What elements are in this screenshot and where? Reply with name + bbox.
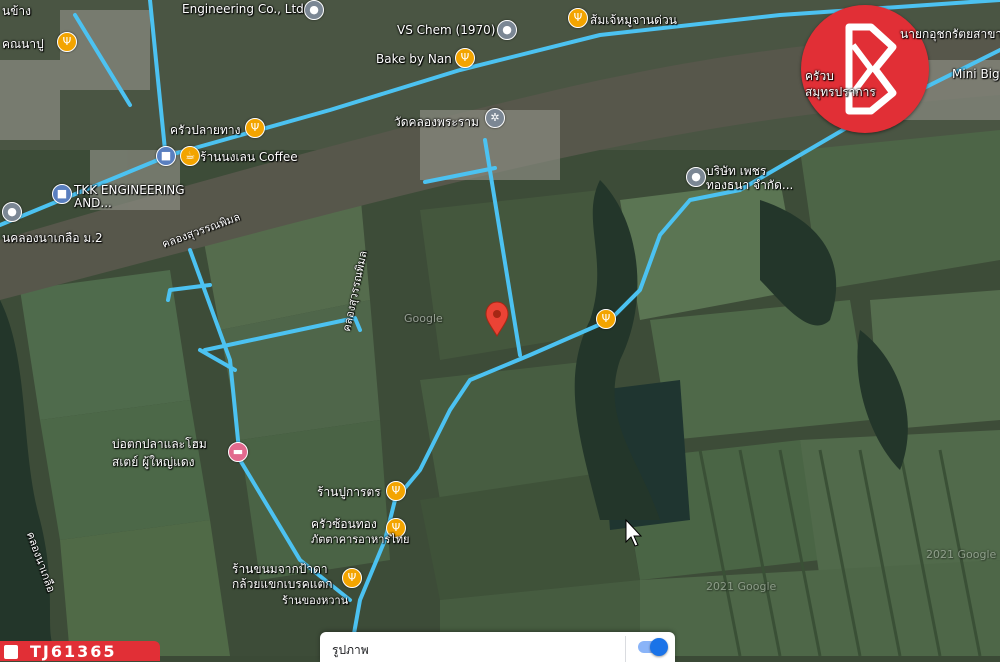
- restaurant-pin-icon[interactable]: Ψ: [568, 8, 588, 28]
- business-pin-icon[interactable]: ●: [686, 167, 706, 187]
- restaurant-pin-icon[interactable]: Ψ: [342, 568, 362, 588]
- business-pin-icon[interactable]: ●: [304, 0, 324, 20]
- label-tkk-2: AND...: [74, 196, 112, 210]
- label-fish-pond-1: บ่อตกปลาและโฮม: [112, 437, 207, 451]
- label-top-left-2: คณนาปู: [2, 37, 44, 51]
- label-top-right-3: สมุทรปราการ: [805, 85, 876, 99]
- map-copyright-2: 2021 Google: [926, 548, 997, 561]
- panel-divider: [625, 636, 626, 662]
- business-pin-icon[interactable]: ●: [2, 202, 22, 222]
- temple-pin-icon[interactable]: ✲: [485, 108, 505, 128]
- label-restaurant-top: ส้มเจ้หมูจานด่วน: [590, 13, 677, 27]
- business-pin-icon[interactable]: ●: [497, 20, 517, 40]
- cafe-pin-icon[interactable]: ☕: [180, 146, 200, 166]
- restaurant-pin-icon[interactable]: Ψ: [57, 32, 77, 52]
- label-village: นคลองนาเกลือ ม.2: [2, 231, 103, 245]
- label-ran-pu: ร้านปูการตร: [317, 485, 381, 499]
- layer-toggle-panel: รูปภาพ: [320, 632, 675, 662]
- label-mini-big: Mini Big: [952, 67, 1000, 81]
- switch-knob: [650, 638, 668, 656]
- label-coffee: ร้านนงเลน Coffee: [200, 150, 298, 164]
- label-top-right-1: นายกอุชกรัตยสาขา: [900, 27, 1000, 41]
- label-bake-by-nan: Bake by Nan: [376, 52, 452, 66]
- label-krua-son-1: ครัวซ้อนทอง: [311, 517, 377, 531]
- shop-pin-icon[interactable]: ■: [52, 184, 72, 204]
- lodging-pin-icon[interactable]: ▬: [228, 442, 248, 462]
- badge-icon: [4, 645, 18, 659]
- label-temple: วัดคลองพระราม: [394, 115, 479, 129]
- label-company-1: บริษัท เพชร: [706, 164, 767, 178]
- restaurant-pin-icon[interactable]: Ψ: [455, 48, 475, 68]
- label-top-right-2: ครัวบ: [805, 69, 834, 83]
- restaurant-pin-icon[interactable]: Ψ: [245, 118, 265, 138]
- label-khanom-2: กล้วยแขกเบรคแตก: [232, 577, 333, 591]
- listing-code: TJ61365: [30, 642, 117, 661]
- label-top-left-1: นข้าง: [2, 4, 32, 18]
- label-company-2: ทองธนา จำกัด...: [706, 178, 794, 192]
- label-engineering: Engineering Co., Ltd: [182, 2, 304, 16]
- restaurant-pin-icon[interactable]: Ψ: [596, 309, 616, 329]
- label-fish-pond-2: สเตย์ ผู้ใหญ่แดง: [112, 455, 195, 469]
- map-copyright-1: 2021 Google: [706, 580, 777, 593]
- listing-code-badge: TJ61365: [0, 641, 160, 661]
- label-vs-chem: VS Chem (1970): [397, 23, 496, 37]
- satellite-layer-switch[interactable]: [638, 638, 668, 656]
- label-krua-son-2: ภัตตาคารอาหารไทย: [311, 533, 410, 546]
- label-khanom-1: ร้านขนมจากป้าดา: [232, 562, 328, 576]
- satellite-layer-label: รูปภาพ: [332, 643, 369, 657]
- label-krua-plai-thang: ครัวปลายทาง: [170, 123, 241, 137]
- label-khanom-3: ร้านของหวาน: [282, 594, 349, 607]
- map-watermark: Google: [404, 312, 443, 325]
- shop-pin-icon[interactable]: ■: [156, 146, 176, 166]
- restaurant-pin-icon[interactable]: Ψ: [386, 481, 406, 501]
